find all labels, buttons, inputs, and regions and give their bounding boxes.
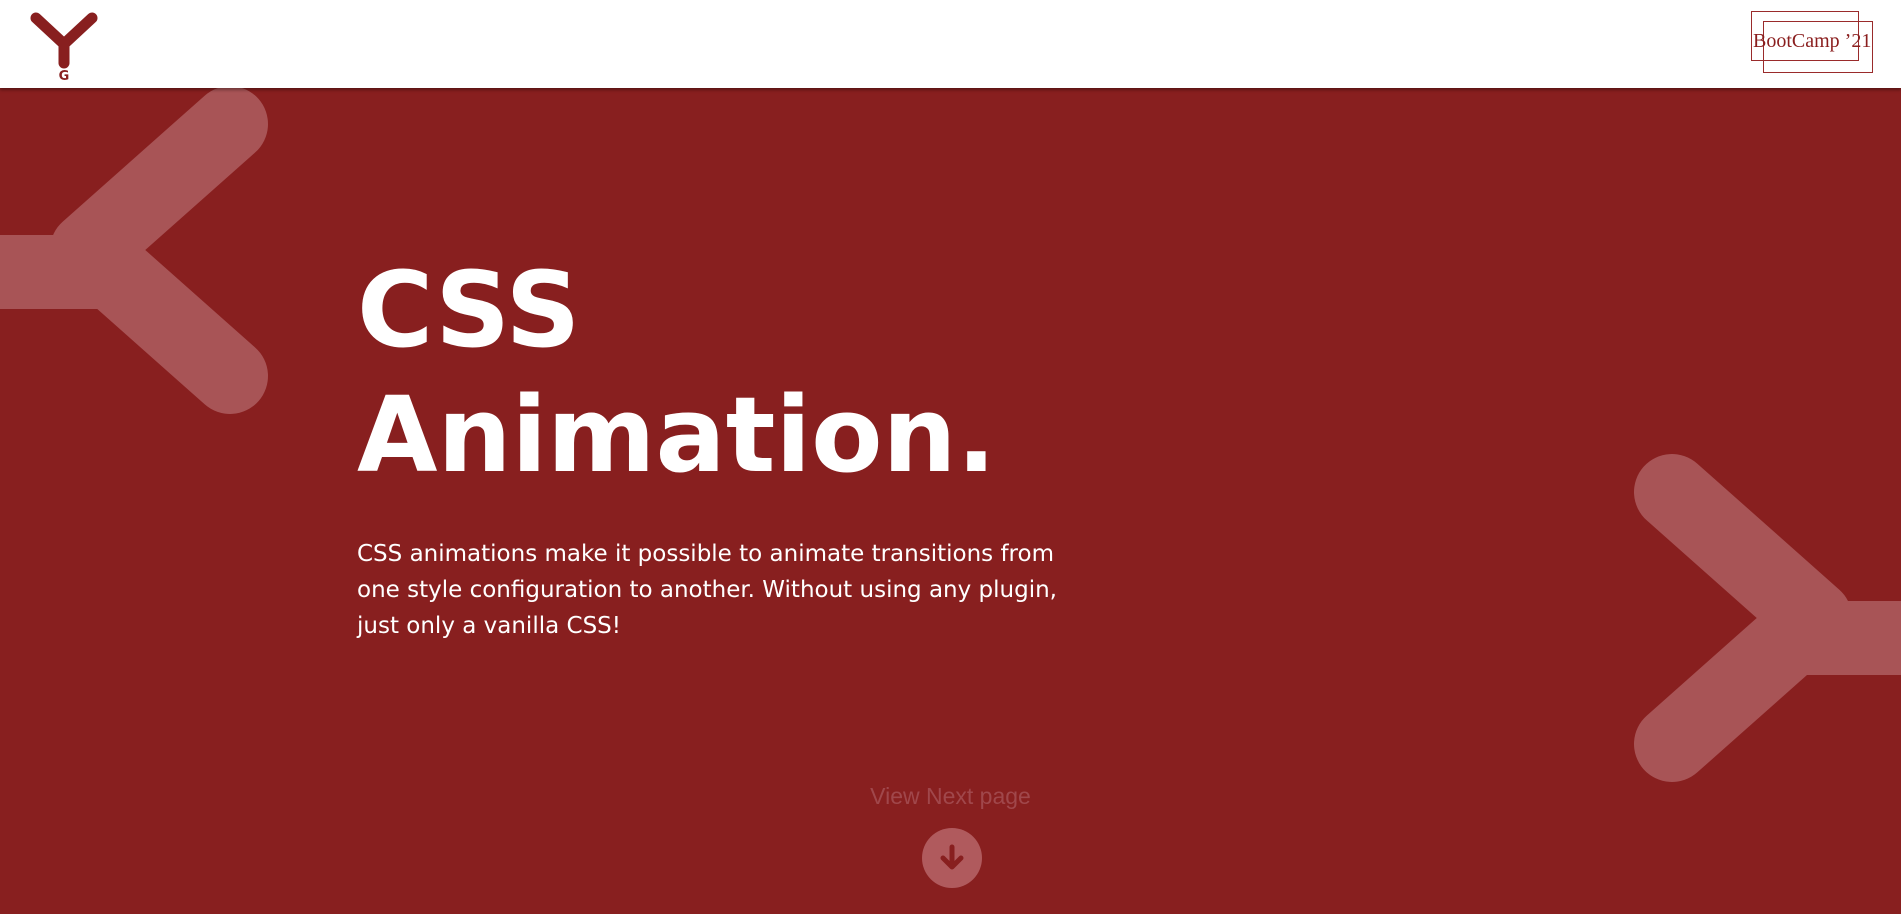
hero-title-line1: CSS	[357, 249, 581, 371]
hero-title-line2: Animation.	[357, 374, 997, 496]
logo-letter: G	[59, 69, 70, 82]
hero-title: CSS Animation.	[357, 248, 1087, 498]
hero-section: CSS Animation. CSS animations make it po…	[357, 248, 1087, 644]
hero-description: CSS animations make it possible to anima…	[357, 541, 1057, 639]
bootcamp-badge[interactable]: BootCamp ’21	[1751, 11, 1873, 73]
badge-text: BootCamp ’21	[1753, 30, 1872, 52]
landing-page: G BootCamp ’21 CSS Animation. CSS animat…	[0, 0, 1901, 914]
view-next-page-link[interactable]: View Next page	[0, 783, 1901, 810]
arrow-down-icon	[940, 844, 964, 870]
site-logo[interactable]: G	[28, 10, 100, 84]
scroll-down-button[interactable]	[922, 828, 982, 888]
yg-logo-icon: G	[30, 12, 98, 84]
site-header: G BootCamp ’21	[0, 0, 1901, 88]
